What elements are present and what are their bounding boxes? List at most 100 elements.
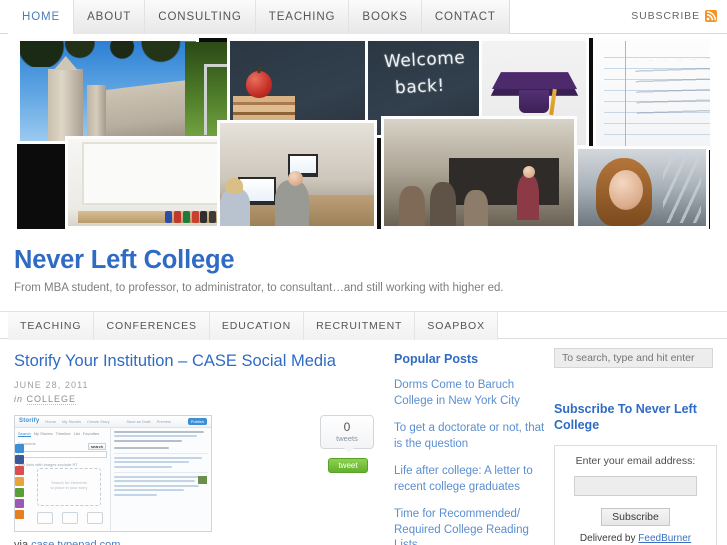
search-input[interactable] (554, 348, 713, 368)
popular-post-link-2[interactable]: To get a doctorate or not, that is the q… (394, 421, 546, 452)
storify-search-panel: Search My Stories Timeline List Favorite… (15, 427, 111, 531)
nav-item-about[interactable]: ABOUT (73, 0, 146, 34)
post-date: JUNE 28, 2011 (14, 379, 89, 390)
category-item-education-label: EDUCATION (221, 320, 292, 332)
storify-tab-timeline: Timeline (55, 430, 71, 436)
storify-columns: Search My Stories Timeline List Favorite… (15, 427, 211, 531)
storify-menu-create-story: Create Story (86, 418, 110, 424)
flickr-source-icon (15, 465, 24, 475)
header-collage: Welcome back! (17, 38, 710, 229)
post-title[interactable]: Storify Your Institution – CASE Social M… (14, 352, 376, 372)
storify-action-preview: Preview (156, 418, 171, 424)
email-field[interactable] (574, 475, 697, 496)
nav-item-consulting[interactable]: CONSULTING (144, 0, 256, 34)
category-item-teaching[interactable]: TEACHING (8, 312, 95, 340)
handwriting-marks (635, 58, 710, 115)
main-article-column: Storify Your Institution – CASE Social M… (0, 339, 392, 545)
popular-post-link-4[interactable]: Time for Recommended/ Required College R… (394, 507, 546, 545)
story-text-line (114, 439, 182, 442)
chalkboard-text-line-2: back! (394, 75, 446, 99)
nav-item-home[interactable]: HOME (8, 0, 75, 34)
caption-source-link[interactable]: case.typepad.com (31, 539, 120, 545)
nav-item-books[interactable]: BOOKS (348, 0, 422, 34)
storify-keyword-input (18, 450, 107, 458)
building-wing-shape (104, 79, 196, 141)
nav-item-teaching[interactable]: TEACHING (254, 0, 350, 34)
site-tagline: From MBA student, to professor, to admin… (14, 282, 504, 294)
category-item-conferences-label: CONFERENCES (106, 320, 197, 332)
lecturer-figure (517, 173, 539, 220)
site-title[interactable]: Never Left College (14, 246, 727, 275)
category-item-conferences[interactable]: CONFERENCES (94, 312, 210, 340)
post-category: in COLLEGE (14, 393, 376, 405)
subscribe-submit-button[interactable]: Subscribe (601, 507, 670, 526)
youtube-source-icon (15, 487, 24, 497)
tweet-count-value: 0 (343, 420, 351, 435)
student-head-left (226, 178, 244, 194)
storify-menu-home: Home (45, 418, 57, 424)
storify-dropzone: Search for elements to place in your sto… (37, 467, 101, 506)
collage-photo-lecture-hall (381, 116, 577, 229)
storify-tab-search: Search (18, 430, 31, 437)
storify-menu-my-stories: My Stories (62, 418, 81, 424)
story-text-line (114, 489, 184, 492)
media-tile-quote (37, 511, 53, 524)
marker-blue (165, 210, 173, 223)
facebook-source-icon (15, 454, 24, 464)
top-navigation-bar: HOME ABOUT CONSULTING TEACHING BOOKS CON… (0, 0, 727, 34)
collage-photo-laughing-student (575, 146, 709, 229)
popular-posts-sidebar: Popular Posts Dorms Come to Baruch Colle… (392, 339, 554, 545)
notebook-margin-line (625, 41, 627, 147)
storify-tab-row: Search My Stories Timeline List Favorite… (18, 431, 107, 437)
tweet-button[interactable]: tweet (328, 457, 368, 473)
storify-filter-row: with links with images exclude RT (18, 462, 107, 467)
collage-photo-students-laptops (217, 120, 377, 229)
storify-story-panel (111, 428, 211, 531)
storify-tab-list: List (73, 430, 80, 436)
storify-filter-images: with images (35, 461, 57, 467)
seated-student-2 (429, 182, 456, 226)
student-head-center (287, 171, 303, 186)
story-text-line (114, 456, 203, 459)
media-tile-video (87, 511, 103, 524)
storify-dropzone-line-2: to place in your story (50, 484, 88, 490)
popular-post-link-3[interactable]: Life after college: A letter to recent c… (394, 464, 546, 495)
seated-student-1 (399, 186, 426, 226)
secondary-spire-shape (86, 85, 107, 141)
top-nav-list: HOME ABOUT CONSULTING TEACHING BOOKS CON… (0, 0, 727, 34)
tweet-count-bubble[interactable]: 0 tweets (320, 414, 374, 453)
subscribe-link[interactable]: SUBSCRIBE (631, 10, 717, 22)
category-item-recruitment-label: RECRUITMENT (316, 320, 403, 332)
story-text-line (114, 465, 173, 468)
student-face (608, 170, 643, 210)
popular-post-link-1[interactable]: Dorms Come to Baruch College in New York… (394, 378, 546, 409)
marker-red (174, 210, 182, 223)
chalkboard-text-line-1: Welcome (383, 48, 466, 73)
story-text-line (114, 480, 195, 483)
post-category-link[interactable]: COLLEGE (26, 393, 77, 405)
mortarboard-base-shape (519, 89, 549, 113)
storify-source-icon (15, 509, 24, 519)
post-category-prefix: in (14, 393, 24, 404)
story-text-line (114, 475, 201, 478)
storify-filter-exclude-rt: exclude RT (57, 461, 78, 467)
feedburner-link[interactable]: FeedBurner (638, 533, 691, 544)
category-navigation-bar: TEACHING CONFERENCES EDUCATION RECRUITME… (0, 311, 727, 340)
nav-item-contact[interactable]: CONTACT (420, 0, 510, 34)
story-text-line (114, 435, 197, 438)
site-title-block: Never Left College From MBA student, to … (0, 229, 727, 294)
instagram-source-icon (15, 476, 24, 486)
tassel-shape (548, 88, 557, 115)
story-text-line (114, 484, 199, 487)
storify-logo: Storify (19, 418, 40, 425)
popular-posts-heading: Popular Posts (394, 352, 479, 366)
nav-item-books-label: BOOKS (362, 11, 408, 23)
category-item-soapbox[interactable]: SOAPBOX (415, 312, 499, 340)
storify-search-button: search (87, 442, 106, 450)
story-text-line (114, 461, 190, 464)
storify-screenshot-image[interactable]: Storify Home My Stories Create Story Sav… (14, 414, 212, 532)
marker-orange (191, 210, 199, 223)
delivered-by-prefix: Delivered by (579, 532, 636, 544)
category-item-education[interactable]: EDUCATION (209, 312, 305, 340)
category-item-recruitment[interactable]: RECRUITMENT (304, 312, 416, 340)
